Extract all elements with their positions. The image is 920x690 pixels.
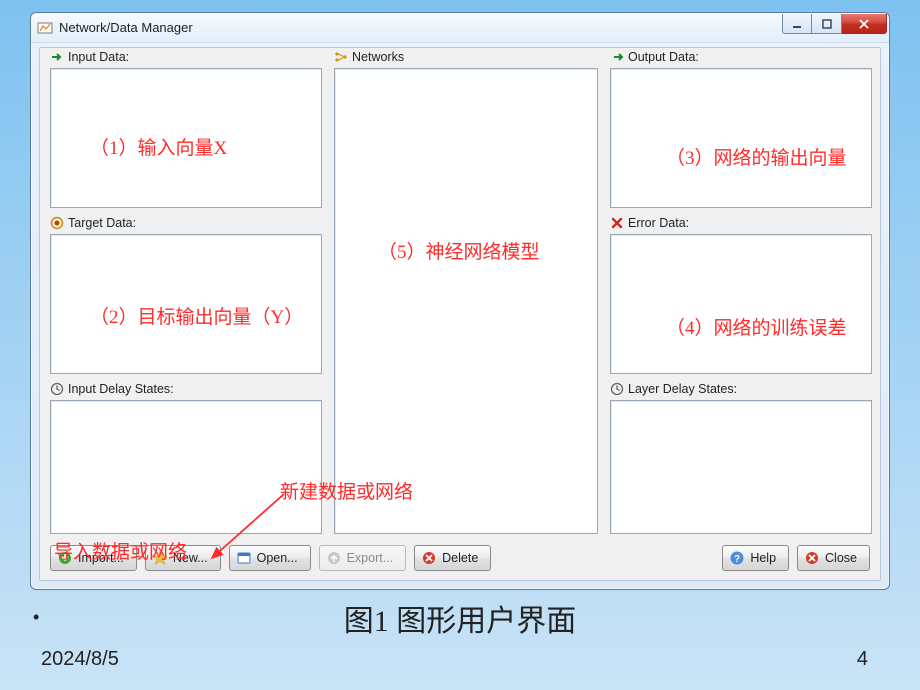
close-window-button[interactable] xyxy=(842,14,887,34)
help-button[interactable]: ? Help xyxy=(722,545,789,571)
annotation-4: （4）网络的训练误差 xyxy=(666,313,847,340)
app-icon xyxy=(37,20,53,36)
layer-delay-text: Layer Delay States: xyxy=(628,382,737,396)
annotation-3: （3）网络的输出向量 xyxy=(666,143,847,170)
error-data-text: Error Data: xyxy=(628,216,689,230)
titlebar[interactable]: Network/Data Manager xyxy=(31,13,889,43)
input-delay-text: Input Delay States: xyxy=(68,382,174,396)
panel-grid: Input Data: Target Data: Input Delay Sta… xyxy=(50,50,870,538)
delete-label: Delete xyxy=(442,551,478,565)
target-data-label: Target Data: xyxy=(50,216,136,230)
error-icon xyxy=(610,216,624,230)
annotation-import: 导入数据或网络 xyxy=(54,537,187,564)
window-controls xyxy=(782,14,887,34)
open-button[interactable]: Open... xyxy=(229,545,311,571)
networks-label: Networks xyxy=(334,50,404,64)
help-label: Help xyxy=(750,551,776,565)
clock-icon xyxy=(50,382,64,396)
delete-icon xyxy=(421,550,437,566)
export-label: Export... xyxy=(347,551,394,565)
help-icon: ? xyxy=(729,550,745,566)
output-data-label: Output Data: xyxy=(610,50,699,64)
input-delay-list[interactable] xyxy=(50,400,322,534)
export-icon xyxy=(326,550,342,566)
footer-date: 2024/8/5 xyxy=(41,648,119,671)
input-arrow-icon xyxy=(50,50,64,64)
open-icon xyxy=(236,550,252,566)
layer-delay-label: Layer Delay States: xyxy=(610,382,737,396)
input-delay-label: Input Delay States: xyxy=(50,382,174,396)
target-icon xyxy=(50,216,64,230)
clock-icon xyxy=(610,382,624,396)
annotation-1: （1）输入向量X xyxy=(90,133,227,160)
networks-list[interactable] xyxy=(334,68,598,534)
export-button: Export... xyxy=(319,545,407,571)
input-data-text: Input Data: xyxy=(68,50,129,64)
open-label: Open... xyxy=(257,551,298,565)
delete-button[interactable]: Delete xyxy=(414,545,491,571)
annotation-5: （5）神经网络模型 xyxy=(378,237,540,264)
svg-text:?: ? xyxy=(734,554,740,565)
output-arrow-icon xyxy=(610,50,624,64)
annotation-new: 新建数据或网络 xyxy=(280,477,413,504)
footer-page: 4 xyxy=(857,648,868,671)
target-data-text: Target Data: xyxy=(68,216,136,230)
figure-caption: 图1 图形用户界面 xyxy=(0,596,920,640)
maximize-button[interactable] xyxy=(812,14,842,34)
output-data-list[interactable] xyxy=(610,68,872,208)
error-data-label: Error Data: xyxy=(610,216,689,230)
output-data-text: Output Data: xyxy=(628,50,699,64)
layer-delay-list[interactable] xyxy=(610,400,872,534)
annotation-2: （2）目标输出向量（Y） xyxy=(90,302,303,329)
networks-text: Networks xyxy=(352,50,404,64)
minimize-button[interactable] xyxy=(782,14,812,34)
network-icon xyxy=(334,50,348,64)
window-frame: Network/Data Manager Input Data: Target … xyxy=(30,12,890,590)
close-icon xyxy=(804,550,820,566)
window-title: Network/Data Manager xyxy=(59,20,193,35)
error-data-list[interactable] xyxy=(610,234,872,374)
close-button[interactable]: Close xyxy=(797,545,870,571)
close-label: Close xyxy=(825,551,857,565)
input-data-label: Input Data: xyxy=(50,50,129,64)
